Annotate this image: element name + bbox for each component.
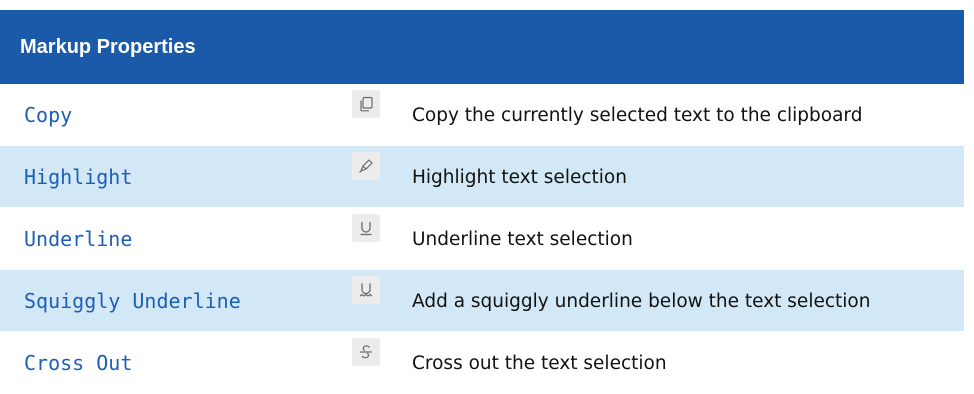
property-name: Highlight <box>24 165 133 189</box>
table-row-copy: Copy Copy the currently selected text to… <box>0 84 964 146</box>
table-header: Markup Properties <box>0 10 964 84</box>
underline-icon <box>352 214 380 242</box>
strikethrough-icon <box>352 338 380 366</box>
property-description: Add a squiggly underline below the text … <box>412 290 871 312</box>
table-header-title: Markup Properties <box>20 35 196 58</box>
highlighter-icon <box>352 152 380 180</box>
property-description: Highlight text selection <box>412 166 627 188</box>
property-name: Copy <box>24 103 73 127</box>
property-description: Cross out the text selection <box>412 352 667 374</box>
squiggly-underline-icon <box>352 276 380 304</box>
property-description: Copy the currently selected text to the … <box>412 104 863 126</box>
property-description: Underline text selection <box>412 228 633 250</box>
markup-properties-table: Markup Properties Copy Copy the currentl… <box>0 10 964 394</box>
table-row-underline: Underline Underline text selection <box>0 208 964 270</box>
copy-icon <box>352 90 380 118</box>
property-name: Underline <box>24 227 133 251</box>
property-name: Cross Out <box>24 351 133 375</box>
table-row-cross-out: Cross Out Cross out the text selection <box>0 332 964 394</box>
table-row-highlight: Highlight Highlight text selection <box>0 146 964 208</box>
property-name: Squiggly Underline <box>24 289 241 313</box>
table-row-squiggly-underline: Squiggly Underline Add a squiggly underl… <box>0 270 964 332</box>
